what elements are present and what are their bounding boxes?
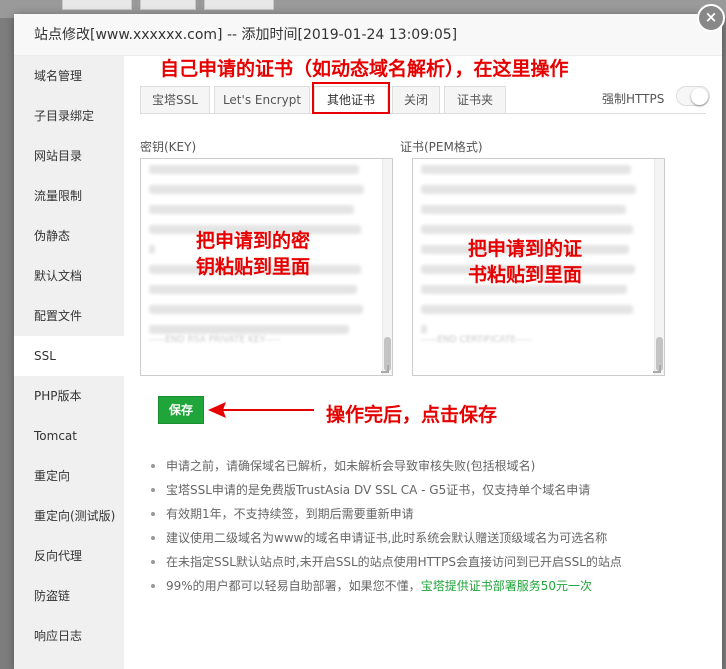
annotation-cert-line2: 书粘贴到里面 [468,264,583,286]
blurred-cert-text [421,305,633,314]
sidebar-item-site-dir[interactable]: 网站目录 [14,136,124,176]
blurred-key-text [149,325,349,334]
sidebar-item-proxy[interactable]: 反向代理 [14,536,124,576]
save-button[interactable]: 保存 [158,396,204,424]
sidebar-item-hotlink[interactable]: 防盗链 [14,576,124,616]
list-item: 建议使用二级域名为www的域名申请证书,此时系统会默认赠送顶级域名为可选名称 [148,526,708,550]
blurred-cert-text [421,205,626,214]
close-icon[interactable]: × [697,4,725,32]
service-link[interactable]: 宝塔提供证书部署服务50元一次 [421,579,592,593]
arrow-left-icon [208,402,314,418]
annotation-save: 操作完后，点击保存 [326,404,498,426]
list-item: 申请之前，请确保域名已解析，如未解析会导致审核失败(包括根域名) [148,454,708,478]
sidebar-item-config[interactable]: 配置文件 [14,296,124,336]
list-item: 宝塔SSL申请的是免费版TrustAsia DV SSL CA - G5证书，仅… [148,478,708,502]
sidebar-item-rewrite[interactable]: 伪静态 [14,216,124,256]
list-item: 99%的用户都可以轻易自助部署，如果您不懂，宝塔提供证书部署服务50元一次 [148,574,708,598]
tab-cert-folder[interactable]: 证书夹 [444,86,506,114]
tab-baota-ssl[interactable]: 宝塔SSL [140,86,210,114]
toggle-knob [691,88,708,105]
background-button [140,0,196,10]
cert-scrollbar[interactable] [654,159,664,375]
list-item: 有效期1年，不支持续签，到期后需要重新申请 [148,502,708,526]
annotation-key-line2: 钥粘贴到里面 [196,256,311,278]
blurred-cert-text [421,165,631,174]
force-https-label: 强制HTTPS [602,92,665,106]
sidebar-item-subdir[interactable]: 子目录绑定 [14,96,124,136]
blurred-key-text [149,285,357,294]
key-scrollbar[interactable] [382,159,392,375]
sidebar-item-redirect-beta[interactable]: 重定向(测试版) [14,496,124,536]
tab-close[interactable]: 关闭 [392,86,440,114]
background-button [62,0,132,10]
blurred-key-text [149,305,363,314]
note-text: 99%的用户都可以轻易自助部署，如果您不懂， [166,579,421,593]
blurred-key-text [149,165,359,174]
blurred-key-text [149,185,364,194]
tab-highlight-box [312,82,390,114]
dialog-title: 站点修改[www.xxxxxx.com] -- 添加时间[2019-01-24 … [14,14,722,56]
force-https-toggle[interactable] [676,86,710,106]
site-edit-dialog: 站点修改[www.xxxxxx.com] -- 添加时间[2019-01-24 … [14,4,725,669]
annotation-top: 自己申请的证书（如动态域名解析），在这里操作 [160,58,569,80]
annotation-key: 把申请到的密 钥粘贴到里面 [196,228,310,280]
blurred-cert-text [421,225,633,234]
cert-label: 证书(PEM格式) [400,140,483,154]
sidebar-item-log[interactable]: 响应日志 [14,616,124,656]
blurred-cert-text [421,185,636,194]
cert-end-line: -----END CERTIFICATE----- [421,335,533,345]
resize-grip-icon[interactable] [653,365,661,373]
annotation-cert: 把申请到的证 书粘贴到里面 [468,236,582,288]
tab-lets-encrypt[interactable]: Let's Encrypt [214,86,310,114]
sidebar-item-tomcat[interactable]: Tomcat [14,416,124,456]
blurred-key-text [149,205,354,214]
sidebar-item-php[interactable]: PHP版本 [14,376,124,416]
sidebar-item-traffic[interactable]: 流量限制 [14,176,124,216]
sidebar-item-redirect[interactable]: 重定向 [14,456,124,496]
ssl-notes-list: 申请之前，请确保域名已解析，如未解析会导致审核失败(包括根域名) 宝塔SSL申请… [148,454,708,598]
annotation-key-line1: 把申请到的密 [196,230,311,252]
background-button [204,0,274,10]
key-end-line: -----END RSA PRIVATE KEY----- [149,335,281,345]
list-item: 在未指定SSL默认站点时,未开启SSL的站点使用HTTPS会直接访问到已开启SS… [148,550,708,574]
resize-grip-icon[interactable] [381,365,389,373]
ssl-content: 自己申请的证书（如动态域名解析），在这里操作 宝塔SSL Let's Encry… [124,56,722,669]
key-label: 密钥(KEY) [140,140,197,154]
blurred-key-text [149,245,155,254]
annotation-cert-line1: 把申请到的证 [468,238,583,260]
sidebar-item-domain[interactable]: 域名管理 [14,56,124,96]
sidebar-item-ssl[interactable]: SSL [14,336,124,376]
sidebar-item-default-doc[interactable]: 默认文档 [14,256,124,296]
sidebar: 域名管理 子目录绑定 网站目录 流量限制 伪静态 默认文档 配置文件 SSL P… [14,56,124,669]
blurred-cert-text [421,325,427,334]
